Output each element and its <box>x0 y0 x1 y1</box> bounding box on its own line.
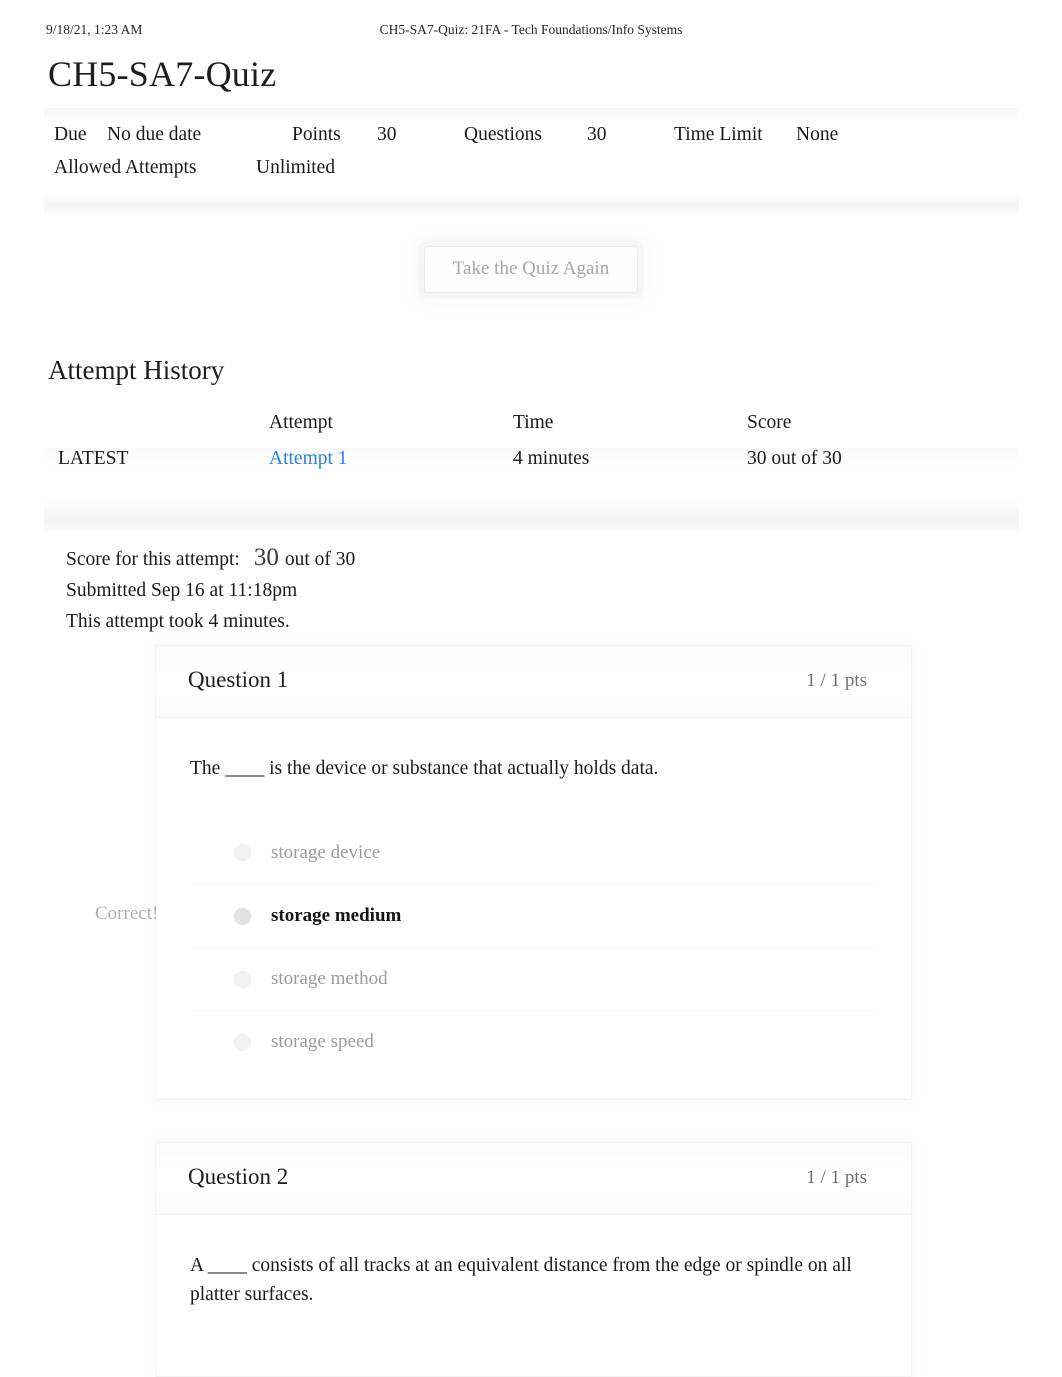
questions-value: 30 <box>587 124 607 145</box>
quiz-meta-row-2: Allowed Attempts Unlimited <box>44 157 1019 190</box>
table-row: LATEST Attempt 1 4 minutes 30 out of 30 <box>44 448 1019 492</box>
print-document-title: CH5-SA7-Quiz: 21FA - Tech Foundations/In… <box>379 22 683 37</box>
column-header-attempt: Attempt <box>269 412 333 433</box>
answer-label: storage method <box>271 968 388 989</box>
submitted-line: Submitted Sep 16 at 11:18pm <box>66 580 298 601</box>
answer-option-selected[interactable]: Correct! storage medium <box>95 884 877 947</box>
table-header-row: Attempt Time Score <box>44 412 1019 448</box>
points-label: Points <box>292 124 341 145</box>
radio-button-icon[interactable] <box>234 970 251 988</box>
allowed-attempts-value: Unlimited <box>256 157 336 178</box>
question-header: Question 1 1 / 1 pts <box>156 646 911 718</box>
print-header: 9/18/21, 1:23 AM CH5-SA7-Quiz: 21FA - Te… <box>0 22 1062 42</box>
correct-flag: Correct! <box>95 903 159 924</box>
question-points: 1 / 1 pts <box>806 1167 867 1188</box>
take-quiz-again-button[interactable]: Take the Quiz Again <box>423 246 639 293</box>
attempt-score-line: Score for this attempt: 30 out of 30 <box>66 542 355 575</box>
question-block: Question 2 1 / 1 pts A ____ consists of … <box>155 1142 912 1377</box>
column-header-score: Score <box>747 412 792 433</box>
question-text: A ____ consists of all tracks at an equi… <box>190 1255 852 1305</box>
column-header-time: Time <box>513 412 554 433</box>
score-value: 30 <box>253 544 279 571</box>
due-value: No due date <box>107 124 202 145</box>
attempt-summary: Score for this attempt: 30 out of 30 Submi… <box>66 542 355 637</box>
question-points: 1 / 1 pts <box>806 670 867 691</box>
score-label: Score for this attempt: <box>66 549 240 570</box>
allowed-attempts-label: Allowed Attempts <box>54 157 197 178</box>
attempt-kept-badge: LATEST <box>58 448 129 469</box>
answer-label: storage speed <box>271 1031 374 1052</box>
radio-button-icon[interactable] <box>234 844 251 861</box>
attempt-link[interactable]: Attempt 1 <box>269 448 348 469</box>
retake-button-container: Take the Quiz Again <box>0 246 1062 293</box>
question-body: A ____ consists of all tracks at an equi… <box>156 1215 911 1309</box>
radio-button-icon[interactable] <box>234 1033 251 1051</box>
answer-label: storage device <box>271 841 381 863</box>
time-limit-value: None <box>796 124 839 145</box>
answer-option[interactable]: storage device <box>190 821 877 884</box>
answer-list: storage device Correct! storage medium s… <box>95 821 877 1073</box>
question-title: Question 1 <box>188 667 289 692</box>
time-limit-label: Time Limit <box>674 124 763 145</box>
attempt-history-table: Attempt Time Score LATEST Attempt 1 4 mi… <box>44 412 1019 530</box>
page-title: CH5-SA7-Quiz <box>48 54 277 94</box>
question-block: Question 1 1 / 1 pts The ____ is the dev… <box>95 645 912 1100</box>
score-out-of: out of 30 <box>284 549 356 570</box>
table-divider-bottom <box>44 500 1019 530</box>
attempt-time: 4 minutes <box>513 448 590 469</box>
questions-label: Questions <box>464 124 542 145</box>
question-body: The ____ is the device or substance that… <box>95 718 911 1073</box>
attempt-history-heading: Attempt History <box>48 355 225 385</box>
answer-label: storage medium <box>271 905 402 926</box>
answer-option[interactable]: storage speed <box>190 1010 877 1073</box>
question-text: The ____ is the device or substance that… <box>190 758 659 779</box>
quiz-meta-strip: Due No due date Points 30 Questions 30 T… <box>44 108 1019 214</box>
question-title: Question 2 <box>188 1164 289 1189</box>
duration-line: This attempt took 4 minutes. <box>66 611 290 632</box>
points-value: 30 <box>377 124 397 145</box>
quiz-meta-row-1: Due No due date Points 30 Questions 30 T… <box>44 124 1019 157</box>
question-header: Question 2 1 / 1 pts <box>156 1143 911 1215</box>
attempt-score: 30 out of 30 <box>747 448 842 469</box>
radio-button-icon[interactable] <box>234 907 251 925</box>
due-label: Due <box>54 124 87 145</box>
answer-option[interactable]: storage method <box>190 947 877 1010</box>
